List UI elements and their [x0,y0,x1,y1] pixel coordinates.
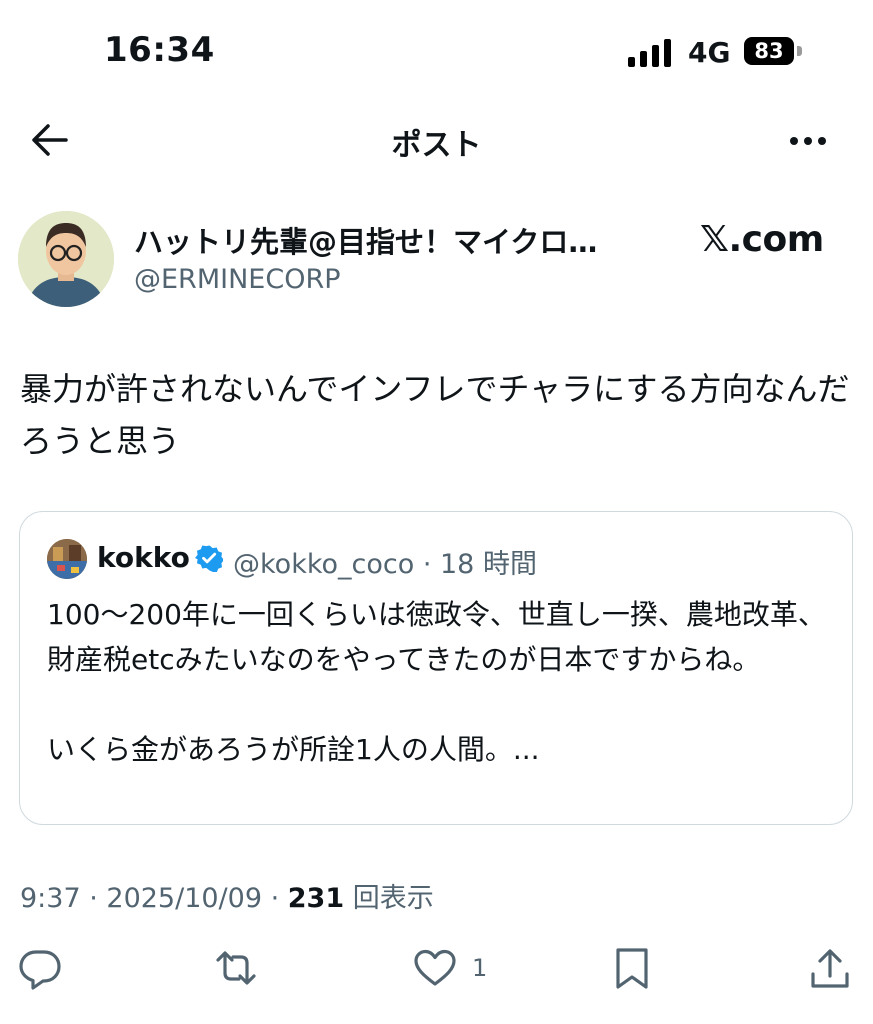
share-icon[interactable] [808,946,852,990]
quote-author-name: kokko [97,541,190,574]
repost-icon[interactable] [214,946,258,990]
reply-icon[interactable] [18,946,62,990]
network-label: 4G [688,36,731,69]
signal-icon [628,39,674,67]
more-horizontal-icon[interactable] [786,124,830,158]
status-time: 16:34 [104,30,215,70]
page-title: ポスト [391,128,482,163]
post-text: 暴力が許されないんでインフレでチャラにする方向なんだろうと思う [20,370,850,460]
post-time: 9:37 [20,883,81,914]
battery-icon: 83 [744,37,794,65]
arrow-left-icon[interactable] [30,122,70,158]
like-icon[interactable] [413,946,457,990]
quote-text: 100〜200年に一回くらいは徳政令、世直し一揆、農地改革、財産税etcみたいな… [47,598,826,766]
bookmark-icon[interactable] [610,946,654,990]
views-label: 回表示 [352,883,434,914]
verified-icon [195,544,224,573]
views-count: 231 [287,883,345,914]
quote-handle-time: @kokko_coco · 18 時間 [233,549,537,580]
quote-time: 18 時間 [440,549,537,580]
avatar[interactable] [18,211,114,307]
battery-tip [797,46,802,56]
quote-handle: @kokko_coco [233,549,415,580]
post-date: 2025/10/09 [106,883,263,914]
author-name[interactable]: ハットリ先輩@目指せ！マイクロ… [134,219,597,261]
author-handle[interactable]: @ERMINECORP [134,264,340,295]
site-label: 𝕏.com [700,219,824,260]
post-meta: 9:37 · 2025/10/09 · 231 回表示 [20,883,434,914]
like-count: 1 [472,954,488,982]
quote-avatar [47,539,87,579]
